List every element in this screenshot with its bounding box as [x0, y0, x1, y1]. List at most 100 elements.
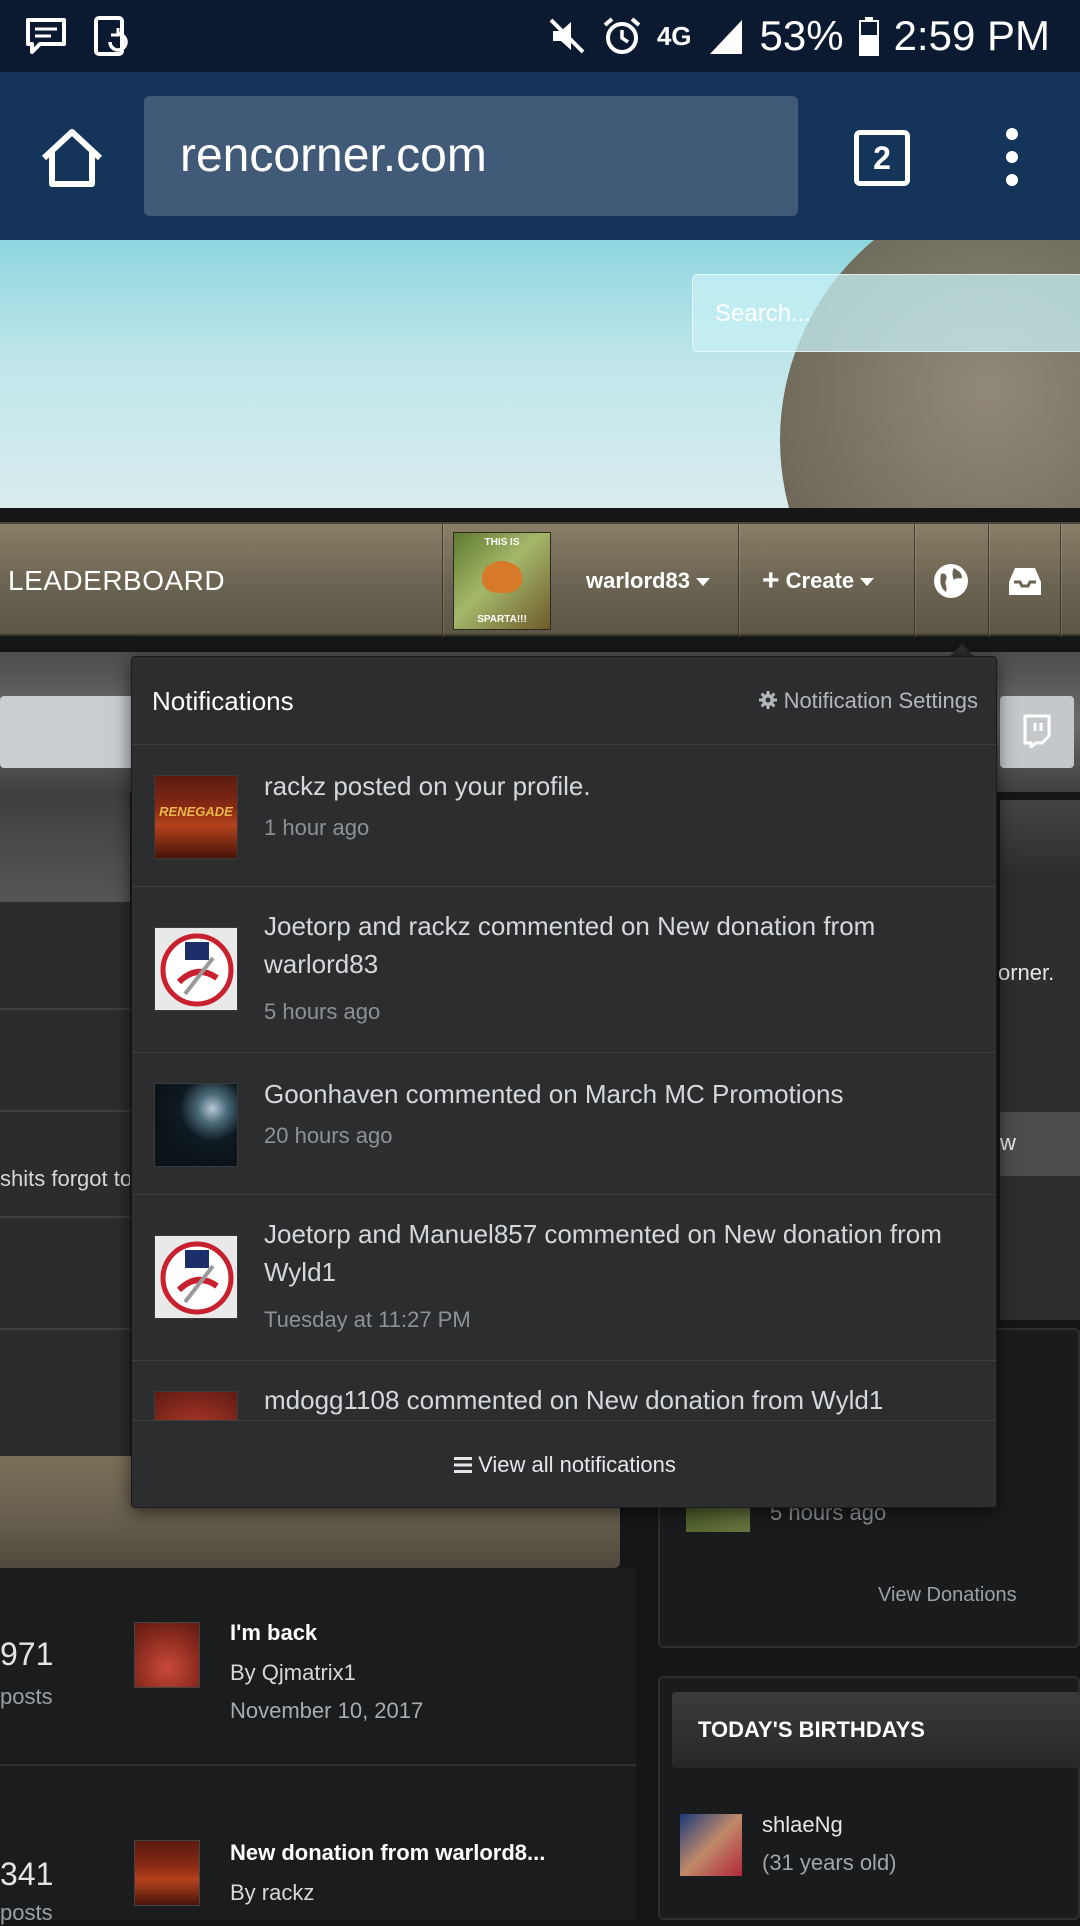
feed-post-count: 341 [0, 1856, 54, 1892]
notifications-list: RENEGADE rackz posted on your profile. 1… [132, 745, 996, 1420]
row-divider [0, 1328, 130, 1330]
feed-post-label: posts [0, 1900, 53, 1925]
tabs-button[interactable]: 2 [854, 130, 910, 186]
mute-icon [549, 18, 585, 54]
chevron-down-icon [860, 578, 875, 587]
notification-avatar [154, 927, 238, 1011]
sidebar-button-label: w [1000, 1130, 1016, 1155]
avatar-caption-top: THIS IS [484, 537, 520, 548]
notifications-header: Notifications Notification Settings [132, 657, 996, 745]
birthday-username[interactable]: shlaeNg [762, 1812, 843, 1838]
sidebar-button[interactable]: w [1000, 1112, 1080, 1176]
feed-topic-title[interactable]: New donation from warlord8... [230, 1840, 545, 1866]
feed-list [0, 1568, 636, 1920]
feed-divider [0, 1764, 636, 1766]
view-all-label: View all notifications [478, 1452, 676, 1477]
notification-avatar [154, 1391, 238, 1420]
view-donations-link[interactable]: View Donations [878, 1584, 1017, 1607]
list-icon [454, 1457, 473, 1473]
feed-thumbnail[interactable] [134, 1622, 200, 1688]
feed-topic-date: November 10, 2017 [230, 1698, 424, 1723]
nav-divider [442, 524, 443, 638]
clock: 2:59 PM [893, 12, 1050, 59]
notification-text: Goonhaven commented on March MC Promotio… [264, 1079, 844, 1109]
notification-item[interactable]: mdogg1108 commented on New donation from… [132, 1361, 996, 1420]
avatar-bird-image [482, 561, 522, 593]
notification-avatar [154, 1083, 238, 1167]
search-input[interactable]: Search... [692, 274, 1080, 352]
nav-divider [988, 524, 989, 638]
feed-post-label: posts [0, 1684, 53, 1709]
row-divider [0, 1216, 130, 1218]
feed-topic-author[interactable]: By rackz [230, 1880, 314, 1906]
nav-divider [914, 524, 915, 638]
feed-post-count: 971 [0, 1636, 54, 1672]
menu-dots-icon[interactable] [1000, 128, 1024, 190]
nav-leaderboard-label: LEADERBOARD [8, 565, 226, 596]
notification-avatar [154, 1235, 238, 1319]
browser-toolbar: rencorner.com 2 [0, 72, 1080, 240]
notification-text: mdogg1108 commented on New donation from… [264, 1385, 884, 1415]
yankees-logo-icon [160, 933, 234, 1007]
notification-item[interactable]: RENEGADE rackz posted on your profile. 1… [132, 745, 996, 887]
feed-topic-title[interactable]: I'm back [230, 1620, 317, 1646]
screen-rotate-icon [94, 16, 128, 56]
notification-time: Tuesday at 11:27 PM [264, 1307, 471, 1332]
avatar-caption-bottom: SPARTA!!! [477, 614, 527, 625]
user-avatar[interactable]: THIS IS SPARTA!!! [453, 532, 551, 630]
feed-thumbnail[interactable] [134, 1840, 200, 1906]
sidebar-snippet: orner. [998, 960, 1055, 985]
notification-text: Joetorp and Manuel857 commented on New d… [264, 1219, 942, 1287]
url-field[interactable]: rencorner.com [144, 96, 798, 216]
inbox-icon[interactable] [1006, 564, 1044, 598]
signal-icon [709, 20, 742, 54]
create-button[interactable]: + Create [762, 524, 875, 638]
view-all-notifications-link[interactable]: View all notifications [132, 1420, 996, 1507]
notification-time: 5 hours ago [264, 999, 381, 1024]
notification-text: Joetorp and rackz commented on New donat… [264, 911, 876, 979]
birthdays-title: TODAY'S BIRTHDAYS [672, 1692, 1080, 1768]
battery-percent: 53% [759, 12, 844, 59]
notification-item[interactable]: Joetorp and rackz commented on New donat… [132, 887, 996, 1053]
notification-time: 1 hour ago [264, 815, 370, 840]
renegade-logo-icon: RENEGADE [159, 804, 233, 819]
plus-icon: + [762, 564, 780, 597]
home-icon[interactable] [36, 122, 108, 194]
popup-pointer [950, 644, 974, 656]
chevron-down-icon [695, 578, 710, 587]
feed-topic-author[interactable]: By Qjmatrix1 [230, 1660, 356, 1686]
gear-icon [758, 691, 777, 709]
notification-text: rackz posted on your profile. [264, 771, 591, 801]
notification-settings-label: Notification Settings [783, 688, 978, 713]
page-search-box [0, 696, 140, 768]
row-divider [0, 1110, 130, 1112]
user-menu-button[interactable]: warlord83 [586, 524, 710, 638]
nav-divider [738, 524, 739, 638]
notifications-title: Notifications [152, 686, 294, 716]
notification-item[interactable]: Goonhaven commented on March MC Promotio… [132, 1053, 996, 1195]
birthday-age: (31 years old) [762, 1850, 897, 1875]
twitch-icon [1023, 714, 1051, 748]
battery-icon [858, 17, 879, 56]
notification-time: 20 hours ago [264, 1123, 393, 1148]
nav-divider [1060, 524, 1061, 638]
site-nav-bar: LEADERBOARD THIS IS SPARTA!!! warlord83 … [0, 522, 1080, 638]
yankees-logo-icon [160, 1241, 234, 1315]
activity-snippet: shits forgot to [0, 1166, 130, 1191]
notifications-popup: Notifications Notification Settings RENE… [131, 656, 997, 1508]
notification-settings-link[interactable]: Notification Settings [758, 657, 978, 745]
globe-icon[interactable] [932, 562, 970, 600]
sidebar-widget-header [1000, 800, 1080, 880]
nav-leaderboard-link[interactable]: LEADERBOARD [0, 524, 225, 638]
notification-avatar: RENEGADE [154, 775, 238, 859]
message-icon [26, 18, 66, 54]
create-label: Create [785, 568, 855, 593]
network-type: 4G [656, 20, 692, 51]
site-header-banner: Search... [0, 240, 1080, 508]
row-divider [0, 1008, 130, 1010]
birthday-avatar[interactable] [680, 1814, 742, 1876]
alarm-icon [603, 17, 641, 54]
username-label: warlord83 [586, 568, 690, 593]
notification-item[interactable]: Joetorp and Manuel857 commented on New d… [132, 1195, 996, 1361]
status-bar: 4G 53% 2:59 PM [0, 0, 1080, 72]
